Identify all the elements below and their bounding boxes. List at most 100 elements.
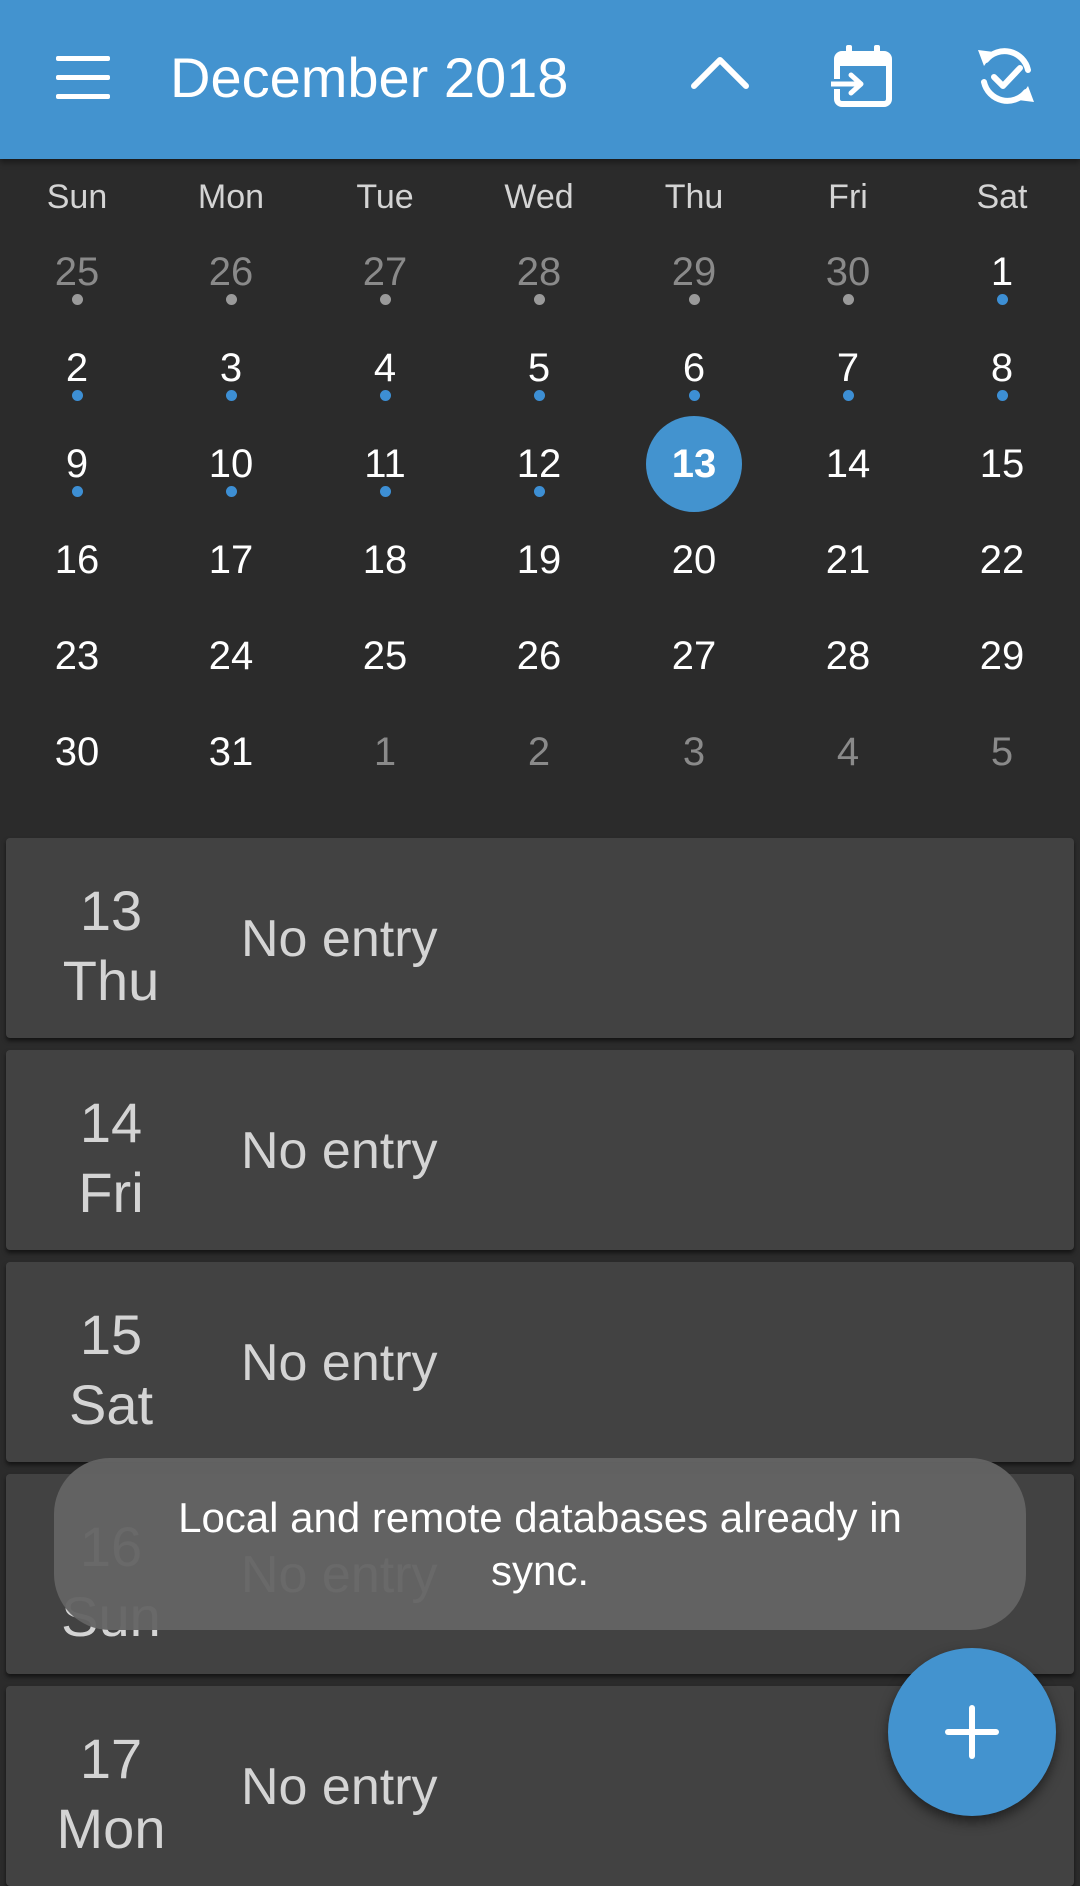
- calendar-day[interactable]: 29: [617, 247, 771, 343]
- calendar-day[interactable]: 26: [462, 631, 616, 727]
- calendar-day[interactable]: 22: [925, 535, 1079, 631]
- day-number: 6: [682, 346, 706, 390]
- day-number: 3: [682, 730, 706, 774]
- day-number: 11: [364, 442, 406, 486]
- sync-button[interactable]: [970, 40, 1042, 112]
- calendar-import-icon: [831, 45, 892, 107]
- calendar-day[interactable]: 2: [0, 343, 154, 439]
- menu-icon-bar: [56, 94, 110, 99]
- day-entry-card[interactable]: 15 Sat No entry: [6, 1262, 1074, 1462]
- event-dot: [380, 294, 391, 305]
- entry-text: No entry: [241, 1758, 438, 1816]
- day-number: 20: [671, 538, 717, 582]
- day-number: 9: [65, 442, 89, 486]
- day-number: 16: [54, 538, 100, 582]
- calendar-day[interactable]: 14: [771, 439, 925, 535]
- calendar-day[interactable]: 4: [771, 727, 925, 823]
- day-number: 28: [516, 250, 562, 294]
- event-dot: [380, 486, 391, 497]
- entry-text: No entry: [241, 910, 438, 968]
- calendar-day[interactable]: 25: [308, 631, 462, 727]
- event-dot: [534, 390, 545, 401]
- weekday-label: Thu: [664, 178, 724, 216]
- entry-text: No entry: [241, 1122, 438, 1180]
- calendar-day[interactable]: 17: [154, 535, 308, 631]
- calendar-day[interactable]: 3: [154, 343, 308, 439]
- day-number: 29: [671, 250, 717, 294]
- calendar-day[interactable]: 5: [925, 727, 1079, 823]
- day-number: 28: [825, 634, 871, 678]
- entry-date: 13 Thu: [6, 876, 216, 1016]
- calendar-day[interactable]: 5: [462, 343, 616, 439]
- calendar-day[interactable]: 2: [462, 727, 616, 823]
- collapse-calendar-button[interactable]: [684, 40, 756, 112]
- calendar-day[interactable]: 1: [925, 247, 1079, 343]
- day-number: 27: [671, 634, 717, 678]
- calendar-day[interactable]: 26: [154, 247, 308, 343]
- event-dot: [534, 486, 545, 497]
- calendar-day[interactable]: 8: [925, 343, 1079, 439]
- weekday-label: Sun: [46, 178, 108, 216]
- day-number: 13: [671, 442, 717, 486]
- day-entry-card[interactable]: 13 Thu No entry: [6, 838, 1074, 1038]
- sync-check-icon: [978, 48, 1034, 104]
- calendar-day[interactable]: 18: [308, 535, 462, 631]
- calendar-day[interactable]: 3: [617, 727, 771, 823]
- day-entry-card[interactable]: 14 Fri No entry: [6, 1050, 1074, 1250]
- day-number: 24: [208, 634, 254, 678]
- jump-to-today-button[interactable]: [827, 40, 899, 112]
- weekday-label: Mon: [197, 178, 265, 216]
- calendar-day[interactable]: 31: [154, 727, 308, 823]
- event-dot: [534, 294, 545, 305]
- calendar-day[interactable]: 23: [0, 631, 154, 727]
- menu-button[interactable]: [54, 56, 114, 100]
- add-entry-button[interactable]: [888, 1648, 1056, 1816]
- day-number: 18: [362, 538, 408, 582]
- entry-weekday: Fri: [78, 1161, 144, 1224]
- day-number: 15: [979, 442, 1025, 486]
- calendar-day[interactable]: 28: [462, 247, 616, 343]
- toast-message: Local and remote databases already in sy…: [178, 1494, 902, 1594]
- weekday-header: Sun Mon Tue Wed Thu Fri Sat: [0, 172, 1080, 222]
- calendar-day[interactable]: 30: [771, 247, 925, 343]
- calendar-day[interactable]: 12: [462, 439, 616, 535]
- calendar-day[interactable]: 16: [0, 535, 154, 631]
- calendar-day[interactable]: 9: [0, 439, 154, 535]
- calendar-day[interactable]: 27: [308, 247, 462, 343]
- day-number: 17: [208, 538, 254, 582]
- entry-weekday: Thu: [62, 949, 160, 1012]
- calendar-day[interactable]: 13: [617, 416, 771, 535]
- calendar-day[interactable]: 7: [771, 343, 925, 439]
- calendar-day[interactable]: 21: [771, 535, 925, 631]
- day-number: 8: [990, 346, 1014, 390]
- calendar-day[interactable]: 19: [462, 535, 616, 631]
- calendar-day[interactable]: 15: [925, 439, 1079, 535]
- day-number: 22: [979, 538, 1025, 582]
- calendar-day[interactable]: 30: [0, 727, 154, 823]
- event-dot: [997, 294, 1008, 305]
- calendar-day[interactable]: 28: [771, 631, 925, 727]
- calendar-day[interactable]: 27: [617, 631, 771, 727]
- entry-day-number: 17: [79, 1727, 143, 1790]
- event-dot: [689, 390, 700, 401]
- calendar-day[interactable]: 10: [154, 439, 308, 535]
- event-dot: [72, 486, 83, 497]
- app-bar: December 2018: [0, 0, 1080, 159]
- entry-date: 14 Fri: [6, 1088, 216, 1228]
- calendar-day[interactable]: 4: [308, 343, 462, 439]
- day-number: 25: [54, 250, 100, 294]
- day-number: 2: [65, 346, 89, 390]
- weekday-label: Fri: [828, 178, 868, 216]
- calendar-day[interactable]: 11: [308, 439, 462, 535]
- day-number: 4: [836, 730, 860, 774]
- month-title[interactable]: December 2018: [170, 42, 568, 114]
- event-dot: [226, 294, 237, 305]
- calendar-day[interactable]: 29: [925, 631, 1079, 727]
- day-number: 12: [516, 442, 562, 486]
- sync-toast: Local and remote databases already in sy…: [54, 1458, 1026, 1630]
- calendar-day[interactable]: 1: [308, 727, 462, 823]
- calendar-day[interactable]: 25: [0, 247, 154, 343]
- calendar-day[interactable]: 20: [617, 535, 771, 631]
- calendar-day[interactable]: 24: [154, 631, 308, 727]
- event-dot: [226, 486, 237, 497]
